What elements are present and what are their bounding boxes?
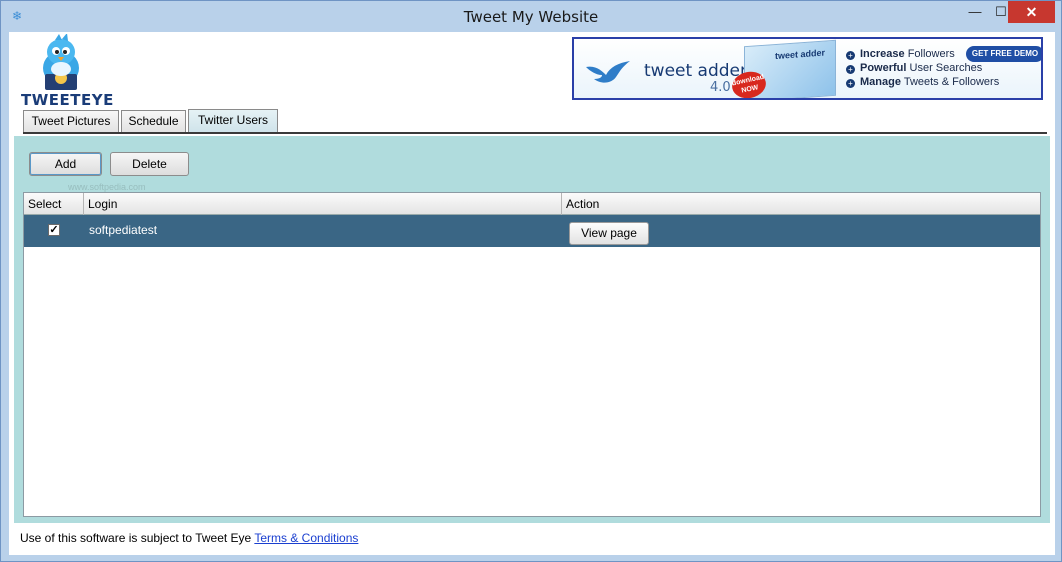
client-area: TWEETEYE tweet adder 4.0 tweet adder dow… — [9, 32, 1055, 555]
select-checkbox[interactable]: ✓ — [48, 224, 60, 236]
column-header-login[interactable]: Login — [84, 193, 562, 215]
plus-icon: + — [846, 65, 855, 74]
tab-divider — [23, 132, 1047, 134]
close-button[interactable]: ✕ — [1008, 1, 1055, 23]
plus-icon: + — [846, 79, 855, 88]
column-header-action[interactable]: Action — [562, 193, 1040, 215]
tab-twitter-users[interactable]: Twitter Users — [188, 109, 278, 133]
column-header-select[interactable]: Select — [24, 193, 84, 215]
watermark: www.softpedia.com — [68, 182, 146, 192]
login-cell: softpediatest — [89, 223, 158, 237]
footer-notice: Use of this software is subject to Tweet… — [20, 531, 358, 545]
tab-tweet-pictures[interactable]: Tweet Pictures — [23, 110, 119, 132]
get-free-demo-button[interactable]: GET FREE DEMO — [966, 46, 1041, 62]
window-title: Tweet My Website — [463, 8, 599, 26]
footer-text: Use of this software is subject to Tweet… — [20, 531, 255, 545]
view-page-button[interactable]: View page — [569, 222, 649, 245]
table-header: Select Login Action — [24, 193, 1040, 215]
tweeteye-logo: TWEETEYE — [15, 33, 113, 109]
app-window: ❄ Tweet My Website — ☐ ✕ TWEETEYE tweet … — [0, 0, 1062, 562]
users-table: Select Login Action ✓ softpediatest View… — [23, 192, 1041, 517]
tab-schedule[interactable]: Schedule — [121, 110, 186, 132]
banner-version: 4.0 — [710, 80, 731, 95]
add-button[interactable]: Add — [29, 152, 102, 176]
banner-product-name: tweet adder — [644, 61, 748, 81]
feature-item: + Powerful User Searches — [846, 61, 999, 75]
bird-icon — [586, 61, 630, 83]
tweet-adder-ad-banner[interactable]: tweet adder 4.0 tweet adder download NOW… — [572, 37, 1043, 100]
product-box-label: tweet adder — [775, 47, 826, 62]
delete-button[interactable]: Delete — [110, 152, 189, 176]
bird-mascot-icon — [43, 33, 79, 90]
twitter-users-panel: Add Delete www.softpedia.com Select Logi… — [14, 136, 1050, 523]
feature-item: + Manage Tweets & Followers — [846, 75, 999, 89]
logo-text: TWEETEYE — [21, 91, 114, 109]
title-bar[interactable]: ❄ Tweet My Website — ☐ ✕ — [1, 1, 1061, 31]
table-row[interactable]: ✓ softpediatest View page — [24, 215, 1040, 247]
plus-icon: + — [846, 51, 855, 60]
minimize-button[interactable]: — — [961, 1, 989, 23]
terms-link[interactable]: Terms & Conditions — [254, 531, 358, 545]
